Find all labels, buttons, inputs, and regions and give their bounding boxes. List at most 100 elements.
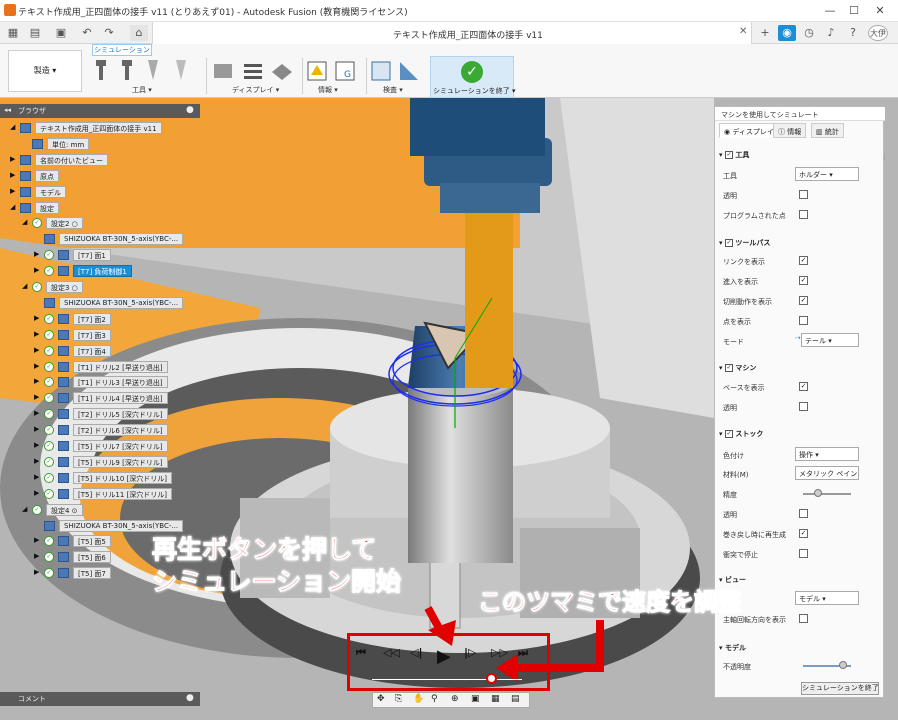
play-button[interactable]: ▶ (437, 646, 451, 667)
section-stock[interactable]: ▾ ✓ ストック (719, 429, 763, 439)
viewport-settings-icon[interactable]: ▤ (511, 694, 520, 704)
display-icons-group[interactable] (210, 60, 300, 82)
expand-chevron-icon[interactable]: ◢ (22, 218, 30, 228)
browser-row[interactable]: ▶ ✓ [T7] 面2 (0, 312, 215, 326)
show-points-checkbox[interactable] (799, 316, 808, 325)
browser-row[interactable]: ◢ 設定 (0, 201, 215, 215)
expand-chevron-icon[interactable]: ▶ (34, 266, 42, 276)
speed-slider-track[interactable] (372, 679, 522, 680)
save-icon[interactable]: ▣ (52, 25, 70, 41)
go-end-button[interactable]: ⏭ (518, 646, 528, 660)
section-tool[interactable]: ▾ ✓ 工具 (719, 150, 749, 160)
browser-row[interactable]: 単位: mm (0, 137, 215, 151)
show-links-checkbox[interactable]: ✓ (799, 256, 808, 265)
tool-icons-group[interactable] (92, 58, 202, 84)
expand-chevron-icon[interactable]: ▶ (34, 425, 42, 435)
display-settings-icon[interactable]: ▣ (471, 694, 480, 704)
help-icon[interactable]: ? (844, 25, 862, 41)
tool-group-label[interactable]: 工具 ▾ (132, 85, 152, 95)
orbit-icon[interactable]: ✥ (377, 694, 385, 704)
step-back-button[interactable]: ◁◁ (383, 646, 400, 659)
browser-row[interactable]: ▶ ✓ [T7] 面1 (0, 248, 215, 262)
minimize-button[interactable]: — (820, 2, 840, 20)
bell-icon[interactable]: ♪ (822, 25, 840, 41)
look-at-icon[interactable]: ⎘ (395, 694, 402, 704)
browser-row[interactable]: ◢ ✓ 設定4 ⊙ (0, 503, 215, 517)
browser-row[interactable]: ▶ ✓ [T7] 面4 (0, 344, 215, 358)
browser-row[interactable]: ▶ ✓ [T1] ドリル4 [早送り退出] (0, 391, 215, 405)
step-forward-frame-button[interactable]: |▷ (464, 646, 476, 659)
expand-chevron-icon[interactable]: ◢ (22, 282, 30, 292)
tool-transparent-checkbox[interactable] (799, 190, 808, 199)
expand-chevron-icon[interactable]: ▶ (34, 346, 42, 356)
finish-simulation-panel-button[interactable]: シミュレーションを終了 (801, 682, 879, 695)
expand-chevron-icon[interactable]: ▶ (34, 314, 42, 324)
section-model[interactable]: ▾ モデル (719, 643, 746, 653)
comment-bar[interactable]: コメント ● (0, 692, 200, 706)
browser-row[interactable]: ▶ ✓ [T1] ドリル3 [早送り退出] (0, 375, 215, 389)
display-group-label[interactable]: ディスプレイ ▾ (232, 85, 279, 95)
browser-row[interactable]: ▶ 原点 (0, 169, 215, 183)
browser-row[interactable]: ▶ ✓ [T2] ドリル5 [深穴ドリル] (0, 407, 215, 421)
stop-on-collision-checkbox[interactable] (799, 549, 808, 558)
document-tab[interactable]: テキスト作成用_正四面体の接手 v11 ✕ (152, 22, 752, 44)
redo-icon[interactable]: ↷ (100, 25, 118, 41)
inspect-group-label[interactable]: 検査 ▾ (383, 85, 403, 95)
tab-simulation[interactable]: シミュレーション (92, 44, 152, 56)
accuracy-slider[interactable] (803, 493, 851, 495)
expand-chevron-icon[interactable]: ▶ (34, 441, 42, 451)
browser-row[interactable]: ▶ ✓ [T5] ドリル9 [深穴ドリル] (0, 455, 215, 469)
new-tab-icon[interactable]: + (756, 25, 774, 41)
expand-chevron-icon[interactable]: ▶ (34, 409, 42, 419)
collapse-icon[interactable]: ◂◂ (4, 106, 11, 114)
comment-toggle-icon[interactable]: ● (186, 693, 194, 703)
expand-chevron-icon[interactable]: ▶ (10, 171, 18, 181)
machine-transparent-checkbox[interactable] (799, 402, 808, 411)
show-leads-checkbox[interactable]: ✓ (799, 276, 808, 285)
section-tool-checkbox[interactable]: ✓ (724, 151, 733, 159)
speed-slider-knob[interactable] (486, 673, 497, 684)
expand-chevron-icon[interactable]: ▶ (34, 568, 42, 578)
fit-icon[interactable]: ⊕ (451, 694, 459, 704)
grid-settings-icon[interactable]: ▦ (491, 694, 500, 704)
opacity-slider-knob[interactable] (839, 661, 847, 669)
expand-chevron-icon[interactable]: ▶ (34, 536, 42, 546)
regen-checkbox[interactable]: ✓ (799, 529, 808, 538)
tab-info[interactable]: ⓘ 情報 (773, 123, 807, 138)
expand-chevron-icon[interactable]: ◢ (10, 123, 18, 133)
info-group-label[interactable]: 情報 ▾ (318, 85, 338, 95)
browser-row[interactable]: SHIZUOKA BT-30N_5-axis(YBC-... (0, 232, 215, 246)
section-machine-checkbox[interactable]: ✓ (724, 364, 733, 372)
expand-chevron-icon[interactable]: ▶ (34, 250, 42, 260)
expand-chevron-icon[interactable]: ▶ (10, 187, 18, 197)
section-machine[interactable]: ▾ ✓ マシン (719, 363, 756, 373)
tab-stats[interactable]: ▥ 統計 (811, 123, 844, 138)
section-toolpath[interactable]: ▾ ✓ ツールパス (719, 238, 770, 248)
expand-chevron-icon[interactable]: ▶ (34, 457, 42, 467)
step-back-frame-button[interactable]: ◁| (410, 646, 422, 659)
file-icon[interactable]: ▤ (26, 25, 44, 41)
expand-chevron-icon[interactable]: ▶ (34, 362, 42, 372)
view-follow-dropdown[interactable]: モデル ▾ (795, 591, 859, 605)
accuracy-slider-knob[interactable] (814, 489, 822, 497)
zoom-icon[interactable]: ⚲ (431, 694, 438, 704)
expand-chevron-icon[interactable]: ▶ (34, 552, 42, 562)
browser-row[interactable]: ▶ ✓ [T7] 負荷制御1 (0, 264, 215, 278)
show-cut-checkbox[interactable]: ✓ (799, 296, 808, 305)
browser-row[interactable]: ▶ ✓ [T2] ドリル6 [深穴ドリル] (0, 423, 215, 437)
browser-row[interactable]: ▶ モデル (0, 185, 215, 199)
go-start-button[interactable]: ⏮ (356, 646, 366, 660)
close-window-button[interactable]: ✕ (870, 2, 890, 20)
section-toolpath-checkbox[interactable]: ✓ (724, 239, 733, 247)
panel-scroll-handle[interactable]: ⋮ (881, 153, 888, 161)
home-icon[interactable]: ⌂ (130, 25, 148, 41)
stock-transparent-checkbox[interactable] (799, 509, 808, 518)
browser-header[interactable]: ◂◂ ブラウザ ● (0, 104, 200, 118)
browser-row[interactable]: ▶ ✓ [T7] 面3 (0, 328, 215, 342)
browser-row[interactable]: ▶ ✓ [T5] ドリル7 [深穴ドリル] (0, 439, 215, 453)
maximize-button[interactable]: ☐ (844, 2, 864, 20)
browser-row[interactable]: SHIZUOKA BT-30N_5-axis(YBC-... (0, 296, 215, 310)
coloring-dropdown[interactable]: 操作 ▾ (795, 447, 859, 461)
expand-chevron-icon[interactable]: ◢ (22, 505, 30, 515)
pan-icon[interactable]: ✋ (413, 694, 424, 704)
